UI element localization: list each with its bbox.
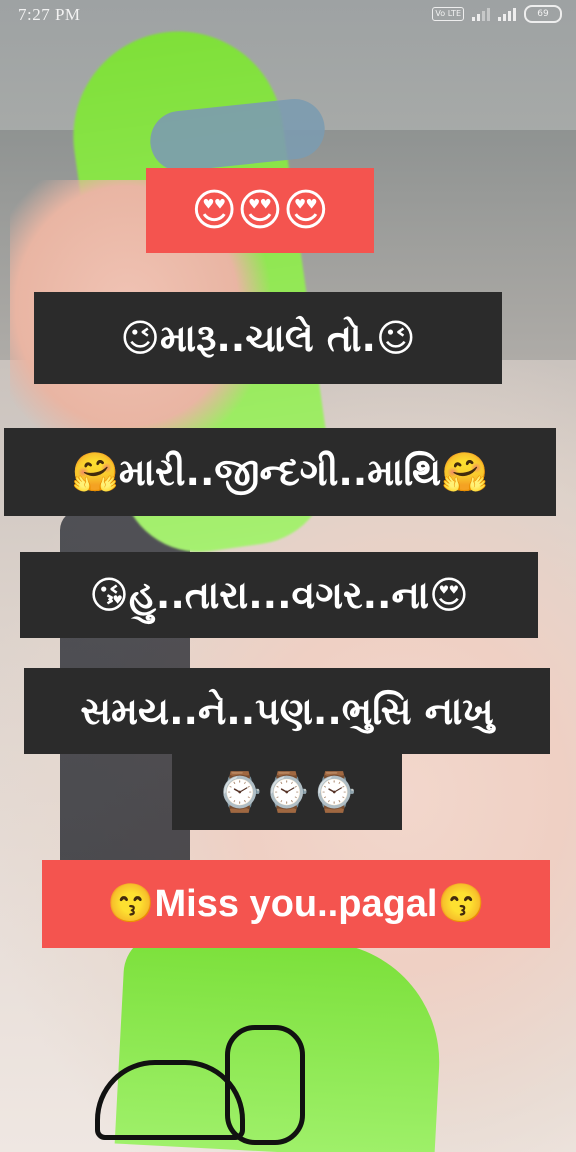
volte-icon: Vo LTE — [432, 7, 464, 21]
caption-line-5: સમય..ને..પણ..ભુસિ નાખુ — [24, 668, 550, 754]
caption-text-3: 🤗મારી..જીન્દગી..માથિ🤗 — [71, 449, 489, 494]
caption-line-3: 🤗મારી..જીન્દગી..માથિ🤗 — [4, 428, 556, 516]
caption-text-7: 😙Miss you..pagal😙 — [107, 883, 485, 925]
status-icons: Vo LTE 69 — [432, 5, 562, 23]
caption-line-1: 😍😍😍 — [146, 168, 374, 253]
heart-eyes-emoji-icon: 😍😍😍 — [191, 184, 329, 236]
status-bar: 7:27 PM Vo LTE 69 — [0, 0, 576, 30]
caption-text-4: 😘હુ..તારા...વગર..ના😍 — [89, 572, 469, 617]
caption-line-4: 😘હુ..તારા...વગર..ના😍 — [20, 552, 538, 638]
sandal-right — [225, 1025, 305, 1145]
signal-icon-2 — [498, 7, 516, 21]
watch-emoji-icon: ⌚⌚⌚ — [216, 770, 358, 814]
caption-text-2: 😉મારૂ..ચાલે તો.😉 — [120, 315, 416, 360]
status-time: 7:27 PM — [18, 5, 81, 24]
battery-icon: 69 — [524, 5, 562, 23]
caption-text-5: સમય..ને..પણ..ભુસિ નાખુ — [80, 688, 494, 733]
caption-line-6: ⌚⌚⌚ — [172, 754, 402, 830]
signal-icon-1 — [472, 7, 490, 21]
caption-line-7: 😙Miss you..pagal😙 — [42, 860, 550, 948]
caption-line-2: 😉મારૂ..ચાલે તો.😉 — [34, 292, 502, 384]
